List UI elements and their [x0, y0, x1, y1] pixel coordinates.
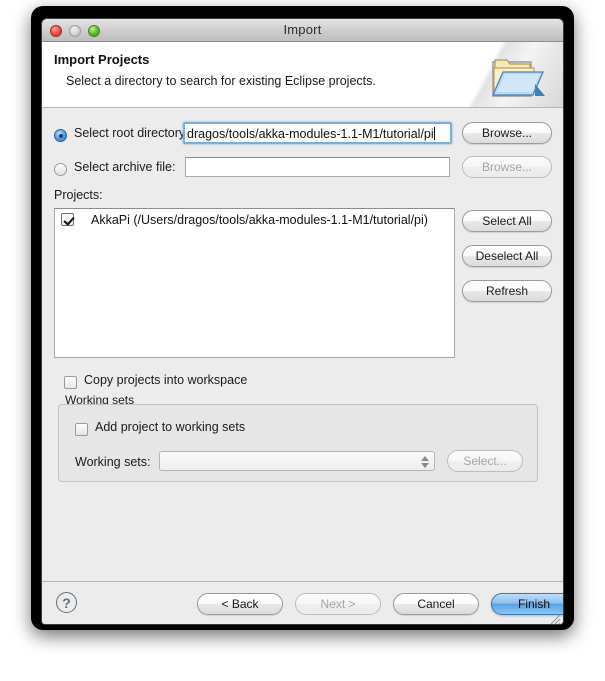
import-dialog-window: Import Import Projects Select a director…	[41, 18, 564, 625]
chevron-up-icon	[420, 456, 429, 461]
project-checkbox[interactable]	[61, 213, 74, 226]
project-row-label: AkkaPi (/Users/dragos/tools/akka-modules…	[91, 213, 428, 227]
root-directory-input[interactable]: dragos/tools/akka-modules-1.1-M1/tutoria…	[183, 122, 452, 144]
working-sets-combo[interactable]	[159, 451, 435, 471]
combo-stepper-icon[interactable]	[418, 454, 431, 470]
window-title: Import	[283, 22, 322, 37]
label-select-archive-file: Select archive file:	[74, 160, 176, 174]
resize-grip-icon[interactable]	[548, 612, 561, 625]
root-directory-input-value: dragos/tools/akka-modules-1.1-M1/tutoria…	[187, 127, 434, 141]
back-button[interactable]: < Back	[197, 593, 283, 615]
chevron-down-icon	[420, 463, 429, 468]
table-row[interactable]: AkkaPi (/Users/dragos/tools/akka-modules…	[55, 209, 454, 231]
projects-label: Projects:	[54, 188, 103, 202]
page-body: Select root directory: dragos/tools/akka…	[42, 108, 563, 581]
refresh-button[interactable]: Refresh	[462, 280, 552, 302]
working-sets-group: Add project to working sets Working sets…	[58, 404, 538, 482]
dialog-footer: ? < Back Next > Cancel Finish	[42, 581, 563, 625]
title-bar[interactable]: Import	[42, 19, 563, 42]
page-title: Import Projects	[54, 52, 150, 67]
browse-root-directory-button[interactable]: Browse...	[462, 122, 552, 144]
browse-archive-file-button: Browse...	[462, 156, 552, 178]
next-button: Next >	[295, 593, 381, 615]
label-select-root-directory: Select root directory:	[74, 126, 189, 140]
archive-file-input[interactable]	[185, 157, 450, 177]
cancel-button[interactable]: Cancel	[393, 593, 479, 615]
add-to-working-sets-checkbox[interactable]	[75, 423, 88, 436]
add-to-working-sets-label: Add project to working sets	[95, 420, 246, 434]
select-working-sets-button: Select...	[447, 450, 523, 472]
import-folder-icon	[492, 59, 545, 97]
copy-projects-checkbox[interactable]	[64, 376, 77, 389]
projects-list[interactable]: AkkaPi (/Users/dragos/tools/akka-modules…	[54, 208, 455, 358]
deselect-all-button[interactable]: Deselect All	[462, 245, 552, 267]
radio-select-archive-file[interactable]	[54, 163, 67, 176]
copy-projects-label: Copy projects into workspace	[84, 373, 248, 387]
help-icon[interactable]: ?	[56, 592, 77, 613]
working-sets-combo-label: Working sets:	[75, 455, 151, 469]
radio-select-root-directory[interactable]	[54, 129, 67, 142]
window-shell: Import Import Projects Select a director…	[31, 6, 574, 630]
select-all-button[interactable]: Select All	[462, 210, 552, 232]
page-subtitle: Select a directory to search for existin…	[66, 74, 376, 88]
wizard-header: Import Projects Select a directory to se…	[42, 42, 563, 108]
text-caret	[433, 127, 435, 140]
